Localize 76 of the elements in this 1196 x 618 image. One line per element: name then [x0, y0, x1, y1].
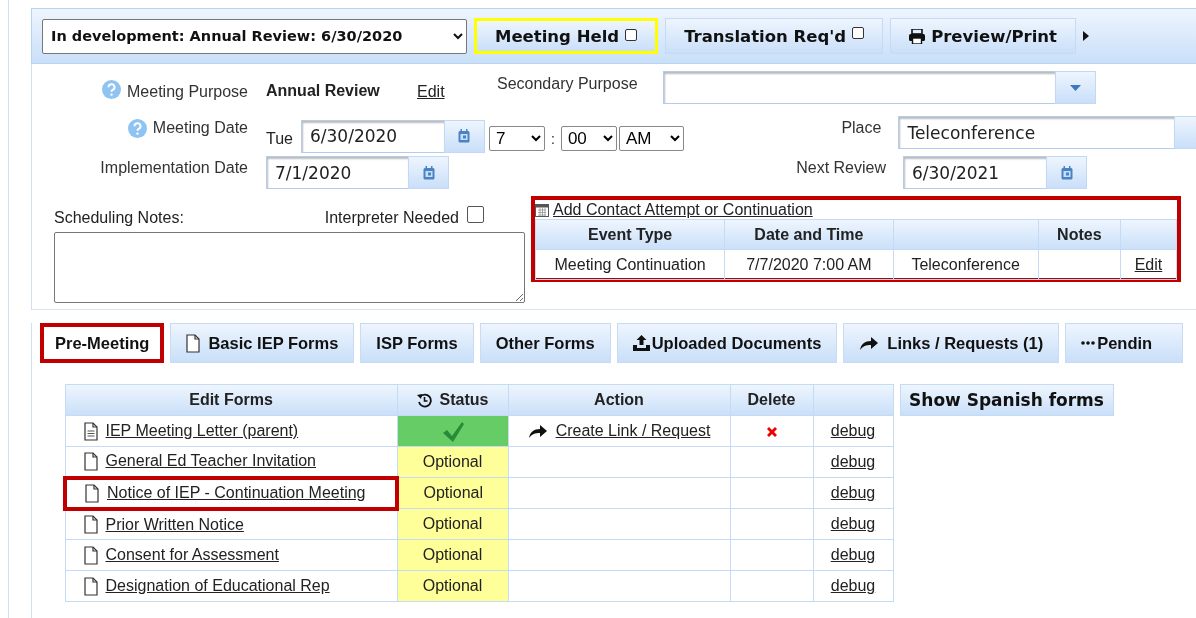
document-icon	[83, 545, 98, 565]
column-header: Action	[508, 384, 730, 416]
column-header: Status	[439, 390, 489, 410]
tab[interactable]: Pre-Meeting	[40, 323, 165, 363]
date-field[interactable]: 7/1/2020	[266, 156, 408, 189]
checkbox[interactable]	[625, 29, 638, 41]
column-header: Date and Time	[724, 219, 894, 250]
help-icon	[102, 80, 122, 99]
triangle-right-icon	[1082, 31, 1089, 41]
column-header: Event Type	[535, 219, 725, 250]
tab[interactable]: Pendin	[1065, 323, 1184, 363]
table-cell: Teleconference	[893, 249, 1039, 280]
toggle-button[interactable]: Meeting Held	[474, 18, 659, 54]
field-label: Interpreter Needed	[324, 208, 459, 228]
record-select[interactable]: In development: Annual Review: 6/30/2020	[42, 18, 467, 54]
calendar-icon	[1060, 165, 1073, 180]
field-label: Meeting Date	[152, 118, 248, 138]
calendar-icon	[422, 165, 435, 180]
tab[interactable]: Basic IEP Forms	[170, 323, 355, 363]
share-icon	[859, 335, 880, 351]
weekday-label: Tue	[266, 129, 293, 149]
add-contact-link[interactable]: Add Contact Attempt or Continuation	[553, 197, 813, 222]
upload-icon	[632, 335, 650, 351]
more-icon	[1081, 341, 1096, 345]
notes-field[interactable]	[54, 232, 525, 303]
status-cell: Optional	[397, 477, 508, 509]
history-icon	[416, 392, 432, 408]
hour-select[interactable]: 7	[489, 125, 545, 151]
column-header: Delete	[730, 384, 813, 416]
document-icon	[83, 451, 98, 471]
tab[interactable]: ISP Forms	[360, 323, 474, 363]
field-label: Next Review	[796, 159, 886, 176]
document-icon	[83, 421, 98, 441]
tab[interactable]: Links / Requests (1)	[843, 323, 1060, 363]
status-cell: Optional	[397, 508, 508, 540]
print-button[interactable]: Preview/Print	[890, 18, 1076, 54]
help-icon	[127, 118, 147, 138]
document-icon	[83, 576, 98, 596]
tab[interactable]: Other Forms	[479, 323, 611, 363]
ampm-select[interactable]: AM	[618, 125, 684, 151]
document-icon	[85, 483, 99, 503]
document-icon	[83, 515, 98, 535]
time-separator: :	[551, 129, 555, 149]
field-label: Secondary Purpose	[497, 74, 639, 94]
show-spanish-button[interactable]: Show Spanish forms	[899, 384, 1114, 416]
calendar-button[interactable]	[1046, 156, 1087, 189]
column-header: Notes	[1038, 219, 1121, 250]
status-cell: Optional	[397, 539, 508, 571]
document-icon	[186, 333, 201, 353]
field-label: Scheduling Notes:	[54, 208, 184, 228]
toggle-button[interactable]: Translation Req'd	[665, 18, 884, 54]
date-field[interactable]: 6/30/2021	[903, 156, 1046, 189]
minute-select[interactable]: 00	[560, 125, 617, 151]
field-label: Meeting Purpose	[127, 82, 248, 102]
calendar-icon	[458, 129, 471, 143]
checkbox[interactable]	[467, 206, 484, 223]
table-cell: Meeting Continuation	[535, 249, 725, 280]
calendar-button[interactable]	[408, 156, 449, 189]
printer-icon	[909, 28, 926, 44]
field-label: Place	[841, 119, 882, 136]
table-cell: 7/7/2020 7:00 AM	[724, 249, 894, 280]
calendar-button[interactable]	[444, 119, 485, 153]
date-field[interactable]: 6/30/2020	[301, 119, 444, 153]
field-label: Implementation Date	[100, 158, 248, 178]
delete-icon[interactable]	[765, 425, 778, 438]
purpose-value: Annual Review	[266, 81, 381, 101]
caret-down-icon	[1070, 84, 1081, 91]
checkbox[interactable]	[852, 27, 865, 39]
place-field[interactable]: Teleconference	[898, 116, 1174, 149]
tab[interactable]: Uploaded Documents	[616, 323, 838, 363]
edit-link[interactable]: Edit	[417, 72, 497, 116]
share-icon	[527, 423, 548, 439]
calendar-icon	[535, 202, 549, 217]
column-header: Edit Forms	[65, 384, 397, 416]
status-cell: Optional	[397, 446, 508, 478]
status-cell: Optional	[397, 570, 508, 602]
